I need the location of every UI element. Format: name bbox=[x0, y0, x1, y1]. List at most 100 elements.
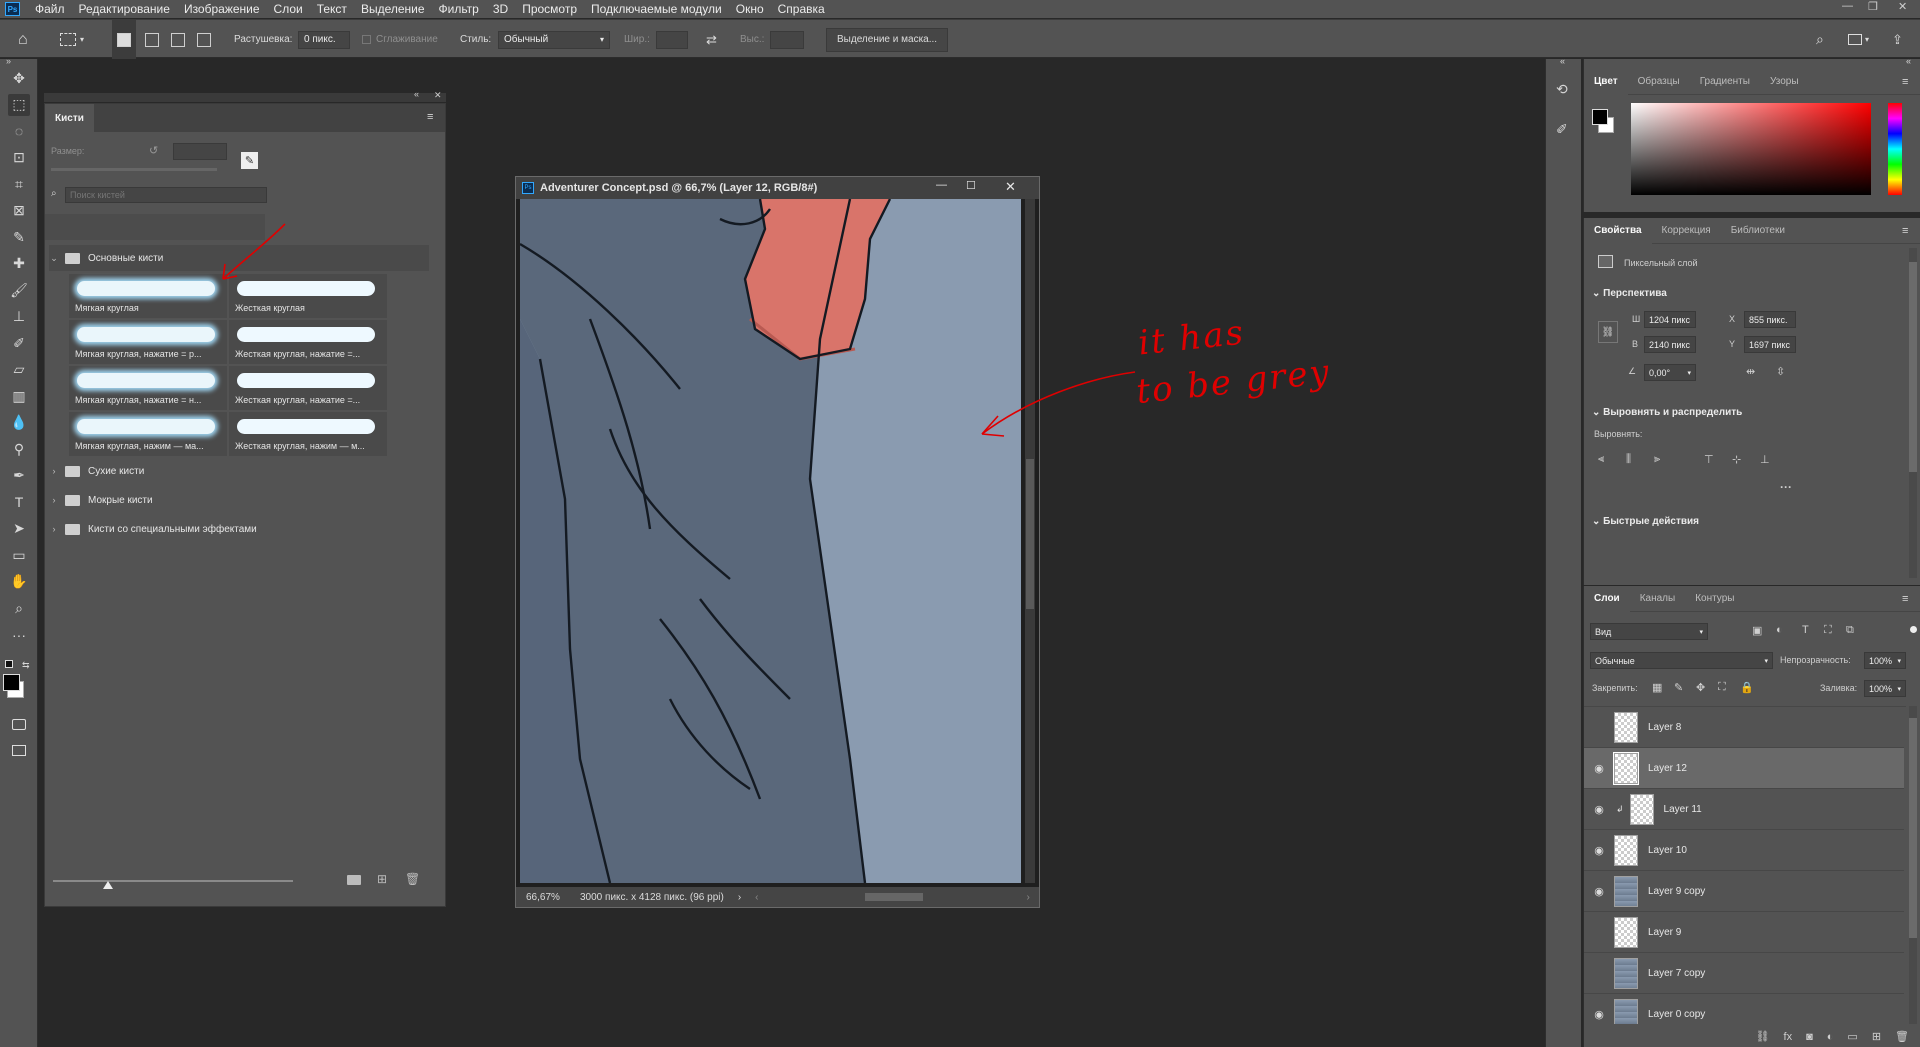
screen-mode-icon[interactable] bbox=[8, 739, 30, 761]
align-bottom-icon[interactable]: ⊥ bbox=[1760, 453, 1770, 466]
brush-preset[interactable]: Мягкая круглая, нажатие = р... bbox=[69, 320, 227, 364]
brush-group[interactable]: › Мокрые кисти bbox=[49, 487, 429, 513]
stamp-icon[interactable]: ⊥ bbox=[8, 306, 30, 328]
eyedropper-icon[interactable]: ✎ bbox=[8, 226, 30, 248]
eraser-icon[interactable]: ▱ bbox=[8, 359, 30, 381]
intersect-selection-icon[interactable] bbox=[192, 20, 216, 59]
brush-size-slider[interactable] bbox=[51, 168, 217, 171]
quick-mask-icon[interactable] bbox=[8, 713, 30, 735]
more-options-icon[interactable]: ··· bbox=[1780, 480, 1792, 494]
crop-icon[interactable]: ⌗ bbox=[8, 173, 30, 195]
quick-actions-section[interactable]: ⌄ Быстрые действия bbox=[1592, 516, 1699, 527]
vertical-scrollbar[interactable] bbox=[1025, 199, 1035, 883]
type-icon[interactable]: T bbox=[8, 491, 30, 513]
marquee-icon[interactable]: ⬚ bbox=[8, 93, 30, 116]
collapse-toolbar-icon[interactable]: » bbox=[6, 56, 11, 66]
x-field[interactable]: 855 пикс. bbox=[1744, 311, 1796, 328]
blend-mode-select[interactable]: Обычные ▾ bbox=[1590, 652, 1773, 669]
scroll-right-icon[interactable]: › bbox=[1027, 892, 1030, 903]
brush-preset[interactable]: Жесткая круглая, нажатие =... bbox=[229, 366, 387, 410]
document-close-button[interactable]: ✕ bbox=[1005, 179, 1016, 195]
layers-tab-2[interactable]: Контуры bbox=[1685, 586, 1744, 612]
share-icon[interactable]: ⇪ bbox=[1892, 20, 1903, 59]
layer-row[interactable]: Layer 8 bbox=[1584, 707, 1904, 748]
brush-preset[interactable]: Мягкая круглая, нажатие = н... bbox=[69, 366, 227, 410]
workspace-icon[interactable]: ▾ bbox=[1848, 20, 1869, 59]
layer-filter-select[interactable]: Вид ▾ bbox=[1590, 623, 1708, 640]
foreground-color-swatch[interactable] bbox=[3, 674, 20, 691]
lock-transparency-icon[interactable]: ▦ bbox=[1652, 681, 1662, 694]
brush-group[interactable]: › Кисти со специальными эффектами bbox=[49, 516, 429, 542]
brush-icon[interactable]: 🖌 bbox=[8, 279, 30, 301]
add-selection-icon[interactable] bbox=[140, 20, 164, 59]
gradient-icon[interactable]: ▥ bbox=[8, 385, 30, 407]
properties-tab-0[interactable]: Свойства bbox=[1584, 217, 1652, 244]
menu-3[interactable]: Слои bbox=[267, 2, 310, 16]
height-input[interactable] bbox=[770, 30, 804, 49]
layer-row[interactable]: ◉ Layer 10 bbox=[1584, 830, 1904, 871]
close-window-button[interactable]: ✕ bbox=[1898, 0, 1907, 13]
flip-horizontal-icon[interactable]: ⇹ bbox=[1746, 365, 1755, 378]
rectangle-icon[interactable]: ▭ bbox=[8, 544, 30, 566]
lock-artboard-icon[interactable]: ⛶ bbox=[1718, 681, 1726, 694]
layer-row[interactable]: ◉ ↲ Layer 11 bbox=[1584, 789, 1904, 830]
select-and-mask-button[interactable]: Выделение и маска... bbox=[826, 27, 949, 52]
properties-menu-icon[interactable]: ≡ bbox=[1902, 225, 1908, 237]
color-tab-3[interactable]: Узоры bbox=[1760, 69, 1809, 95]
brush-settings-icon[interactable]: ✎ bbox=[241, 152, 258, 169]
marquee-preset-picker[interactable]: ▾ bbox=[60, 20, 84, 59]
menu-7[interactable]: 3D bbox=[486, 2, 515, 16]
collapse-panel-icon[interactable]: « bbox=[414, 89, 419, 99]
brush-preset[interactable]: Мягкая круглая, нажим — ма... bbox=[69, 412, 227, 456]
layers-tab-1[interactable]: Каналы bbox=[1630, 586, 1686, 612]
filter-type-icon[interactable]: T bbox=[1802, 624, 1809, 636]
color-foreground-swatch[interactable] bbox=[1592, 109, 1608, 125]
zoom-level[interactable]: 66,67% bbox=[526, 892, 576, 903]
link-layers-icon[interactable]: ⛓ bbox=[1756, 1030, 1770, 1043]
menu-2[interactable]: Изображение bbox=[177, 2, 267, 16]
properties-tab-2[interactable]: Библиотеки bbox=[1721, 218, 1795, 244]
document-maximize-button[interactable]: ☐ bbox=[966, 179, 976, 192]
menu-5[interactable]: Выделение bbox=[354, 2, 432, 16]
new-group-icon[interactable]: ▭ bbox=[1847, 1030, 1857, 1043]
reset-size-icon[interactable]: ↺ bbox=[149, 144, 158, 157]
eye-icon[interactable]: ◉ bbox=[1584, 885, 1614, 898]
restore-window-button[interactable]: ❐ bbox=[1868, 0, 1878, 13]
filter-smart-object-icon[interactable]: ⧉ bbox=[1846, 624, 1854, 637]
search-brushes-input[interactable] bbox=[65, 187, 267, 203]
blur-icon[interactable]: 💧 bbox=[8, 412, 30, 434]
dodge-icon[interactable]: ⚲ bbox=[8, 438, 30, 460]
eye-icon[interactable]: ◉ bbox=[1584, 762, 1614, 775]
filter-shape-icon[interactable]: ⛶ bbox=[1824, 624, 1832, 637]
width-input[interactable] bbox=[656, 30, 688, 49]
layer-row[interactable]: Layer 7 copy bbox=[1584, 953, 1904, 994]
new-brush-icon[interactable]: ⊞ bbox=[377, 872, 387, 886]
add-mask-icon[interactable]: ◙ bbox=[1806, 1031, 1813, 1043]
close-panel-icon[interactable]: ✕ bbox=[434, 90, 442, 101]
thumbnail-size-slider[interactable] bbox=[53, 880, 293, 882]
menu-9[interactable]: Подключаемые модули bbox=[584, 2, 729, 16]
layers-menu-icon[interactable]: ≡ bbox=[1902, 593, 1908, 605]
style-select[interactable]: Обычный ▾ bbox=[498, 30, 610, 49]
filter-pixel-icon[interactable]: ▣ bbox=[1752, 624, 1762, 637]
eye-icon[interactable]: ◉ bbox=[1584, 844, 1614, 857]
eye-icon[interactable]: ◉ bbox=[1584, 1008, 1614, 1021]
subtract-selection-icon[interactable] bbox=[166, 20, 190, 59]
minimize-window-button[interactable]: — bbox=[1842, 0, 1853, 12]
opacity-field[interactable]: 100% ▾ bbox=[1864, 652, 1906, 669]
align-left-icon[interactable]: ⫷ bbox=[1598, 453, 1604, 466]
new-layer-icon[interactable]: ⊞ bbox=[1872, 1030, 1881, 1043]
hue-slider[interactable] bbox=[1888, 103, 1902, 195]
menu-4[interactable]: Текст bbox=[310, 2, 354, 16]
layer-style-icon[interactable]: fx bbox=[1784, 1031, 1793, 1043]
lock-all-icon[interactable]: 🔒 bbox=[1740, 681, 1754, 694]
align-center-h-icon[interactable]: ⫼ bbox=[1626, 453, 1631, 466]
horizontal-scroll-thumb[interactable] bbox=[864, 893, 923, 901]
menu-0[interactable]: Файл bbox=[28, 2, 72, 16]
filter-toggle[interactable] bbox=[1910, 626, 1917, 633]
layer-row[interactable]: Layer 9 bbox=[1584, 912, 1904, 953]
layers-tab-0[interactable]: Слои bbox=[1584, 585, 1630, 612]
properties-scrollbar[interactable] bbox=[1909, 248, 1917, 578]
search-icon[interactable]: ⌕ bbox=[1816, 20, 1824, 59]
lasso-icon[interactable]: ◌ bbox=[8, 120, 30, 142]
